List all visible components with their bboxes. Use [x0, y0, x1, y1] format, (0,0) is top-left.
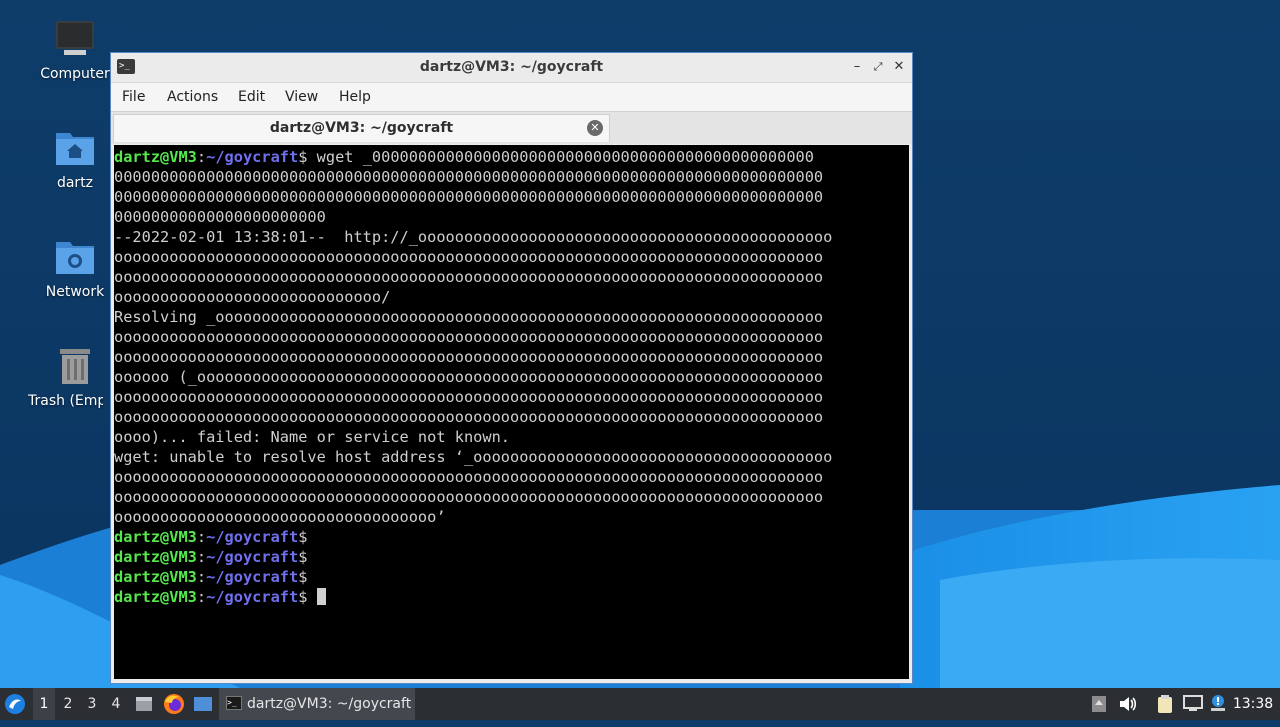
prompt-separator: :: [196, 148, 207, 166]
prompt-user: dartz@VM3: [114, 148, 197, 166]
tab-close-icon[interactable]: ✕: [587, 120, 603, 136]
start-menu-button[interactable]: [4, 688, 28, 720]
command-output: 0000000000000000000000000000000000000000…: [114, 168, 833, 526]
menu-help[interactable]: Help: [339, 89, 371, 105]
file-manager-icon: [136, 697, 152, 711]
volume-icon: [1120, 697, 1137, 711]
menu-edit[interactable]: Edit: [238, 89, 265, 105]
computer-icon: [56, 21, 94, 55]
display-icon: [1183, 695, 1203, 711]
tray-display[interactable]: [1183, 688, 1205, 720]
network-notification-icon: [1092, 696, 1106, 712]
prompt-symbol: $: [298, 568, 308, 586]
tab-terminal[interactable]: dartz@VM3: ~/goycraft ✕: [113, 114, 610, 142]
prompt-separator: :: [196, 528, 207, 546]
desktop-icon-label: Network: [45, 284, 105, 300]
prompt-symbol: $: [298, 528, 308, 546]
home-folder-icon: [56, 133, 94, 165]
taskbar: 1 2 3 4 >_ dartz@VM3: ~/goycraft 13:38: [0, 688, 1280, 720]
menu-actions[interactable]: Actions: [167, 89, 218, 105]
prompt-user: dartz@VM3: [114, 588, 197, 606]
desktop-launcher[interactable]: [193, 688, 215, 720]
lubuntu-logo-icon: [5, 694, 25, 714]
prompt-separator: :: [196, 568, 207, 586]
network-folder-icon: [56, 242, 94, 274]
desktop-icon-label: Trash (Empty): [28, 393, 103, 409]
desktop-icon-home[interactable]: dartz: [35, 127, 115, 191]
terminal-icon: >_: [226, 696, 242, 710]
prompt-user: dartz@VM3: [114, 528, 197, 546]
prompt-symbol: $: [298, 548, 308, 566]
prompt-path: ~/goycraft: [206, 148, 299, 166]
show-desktop-icon: [194, 697, 212, 711]
menu-file[interactable]: File: [122, 89, 145, 105]
window-title: dartz@VM3: ~/goycraft: [419, 59, 604, 75]
prompt-user: dartz@VM3: [114, 548, 197, 566]
firefox-launcher[interactable]: [163, 688, 187, 720]
terminal-area[interactable]: dartz@VM3:~/goycraft$ wget _000000000000…: [114, 145, 909, 679]
prompt-user: dartz@VM3: [114, 568, 197, 586]
tray-volume[interactable]: [1118, 688, 1140, 720]
task-label: dartz@VM3: ~/goycraft: [247, 696, 412, 712]
clock[interactable]: 13:38: [1226, 688, 1280, 720]
tray-clipboard[interactable]: [1156, 688, 1178, 720]
trash-icon: [60, 349, 90, 384]
prompt-path: ~/goycraft: [206, 548, 299, 566]
prompt-separator: :: [196, 548, 207, 566]
close-icon[interactable]: ✕: [890, 58, 908, 76]
workspace-4[interactable]: 4: [105, 688, 127, 720]
tab-bar: dartz@VM3: ~/goycraft ✕: [111, 111, 912, 144]
update-notifier-icon: [1211, 695, 1225, 711]
terminal-window: >_ dartz@VM3: ~/goycraft – ⤢ ✕ File Acti…: [110, 52, 913, 684]
desktop-icon-computer[interactable]: Computer: [35, 18, 115, 82]
desktop-icon-label: Computer: [40, 66, 110, 82]
prompt-path: ~/goycraft: [206, 568, 299, 586]
prompt-path: ~/goycraft: [206, 588, 299, 606]
menu-bar: File Actions Edit View Help: [111, 83, 912, 111]
clipboard-icon: [1158, 695, 1172, 713]
file-manager-launcher[interactable]: [134, 688, 156, 720]
window-titlebar[interactable]: >_ dartz@VM3: ~/goycraft – ⤢ ✕: [111, 53, 912, 83]
prompt-separator: :: [196, 588, 207, 606]
workspace-3[interactable]: 3: [81, 688, 103, 720]
prompt-symbol: $: [298, 588, 308, 606]
workspace-2[interactable]: 2: [57, 688, 79, 720]
menu-view[interactable]: View: [285, 89, 318, 105]
workspace-1[interactable]: 1: [33, 688, 55, 720]
firefox-icon: [164, 694, 184, 714]
terminal-cursor: [316, 588, 326, 605]
tab-label: dartz@VM3: ~/goycraft: [269, 120, 454, 136]
terminal-output-block: dartz@VM3:~/goycraft$ wget _000000000000…: [114, 145, 909, 607]
desktop-icon-trash[interactable]: Trash (Empty): [28, 345, 115, 409]
desktop-icon-label: dartz: [56, 175, 94, 191]
command-text: wget _0000000000000000000000000000000000…: [307, 148, 814, 166]
desktop-icon-network[interactable]: Network: [35, 236, 115, 300]
tray-network-notification[interactable]: [1091, 688, 1111, 720]
prompt-path: ~/goycraft: [206, 528, 299, 546]
minimize-icon[interactable]: –: [848, 58, 866, 76]
taskbar-window-terminal[interactable]: >_ dartz@VM3: ~/goycraft: [219, 688, 415, 720]
maximize-icon[interactable]: ⤢: [869, 58, 887, 76]
